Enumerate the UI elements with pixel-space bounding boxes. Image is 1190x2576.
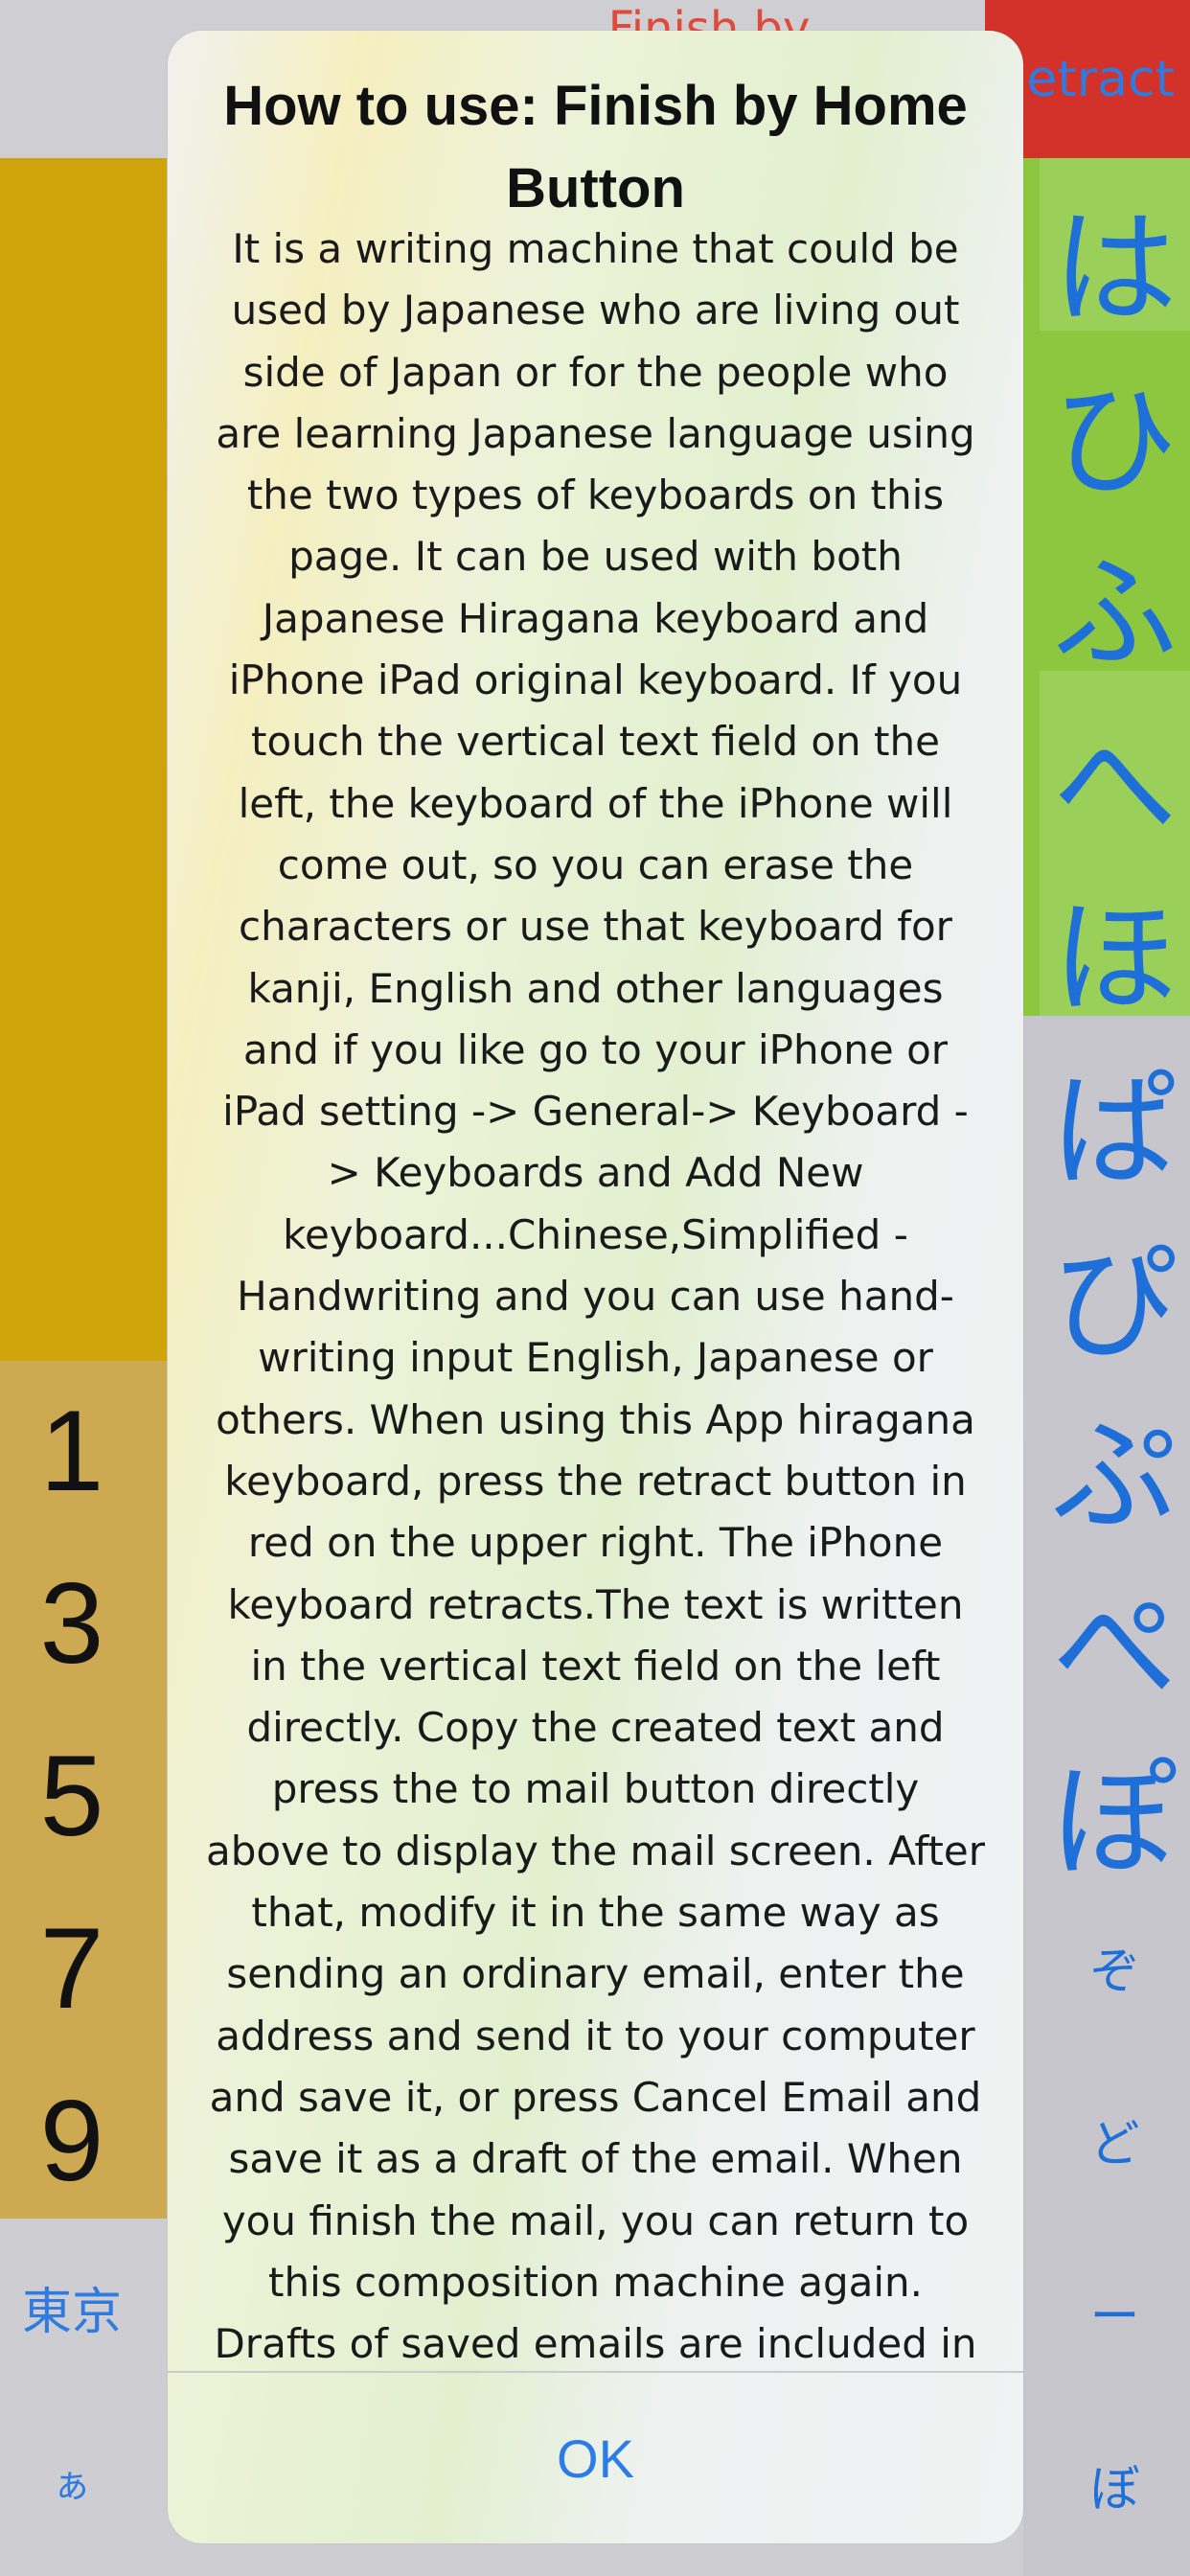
kana-key-pi[interactable]: ぴ xyxy=(1040,1203,1190,1383)
number-key-3[interactable]: 3 xyxy=(0,1557,144,1690)
kana-key-pa[interactable]: ぱ xyxy=(1040,1030,1190,1210)
number-key-7[interactable]: 7 xyxy=(0,1902,144,2035)
number-key-1[interactable]: 1 xyxy=(0,1385,144,1517)
kana-key-zo[interactable]: ぞ xyxy=(1040,1931,1190,2003)
kana-key-do[interactable]: ど xyxy=(1040,2104,1190,2175)
kana-key-pu[interactable]: ぷ xyxy=(1040,1375,1190,1555)
kana-key-ha[interactable]: は xyxy=(1040,168,1190,348)
number-key-9[interactable]: 9 xyxy=(0,2075,144,2207)
dialog-message: It is a writing machine that could be us… xyxy=(206,225,985,2368)
kana-key-he[interactable]: へ xyxy=(1040,685,1190,865)
kana-key-fu[interactable]: ふ xyxy=(1040,513,1190,693)
long-vowel-key[interactable]: ー xyxy=(1040,2276,1190,2348)
kana-key-bo[interactable]: ぼ xyxy=(1040,2449,1190,2520)
kana-key-ho[interactable]: ほ xyxy=(1040,858,1190,1038)
ok-button[interactable]: OK xyxy=(168,2373,1023,2543)
kanji-key-tokyo[interactable]: 東京 xyxy=(0,2271,144,2343)
vertical-text-field[interactable] xyxy=(0,158,167,1361)
kana-key-po[interactable]: ぽ xyxy=(1040,1720,1190,1900)
how-to-use-dialog: How to use: Finish by Home Button It is … xyxy=(168,31,1023,2543)
kana-key-hi[interactable]: ひ xyxy=(1040,340,1190,520)
number-key-5[interactable]: 5 xyxy=(0,1730,144,1862)
dialog-title: How to use: Finish by Home Button xyxy=(223,75,968,219)
kana-key-pe[interactable]: ぺ xyxy=(1040,1548,1190,1728)
small-a-key[interactable]: ぁ xyxy=(0,2453,144,2509)
